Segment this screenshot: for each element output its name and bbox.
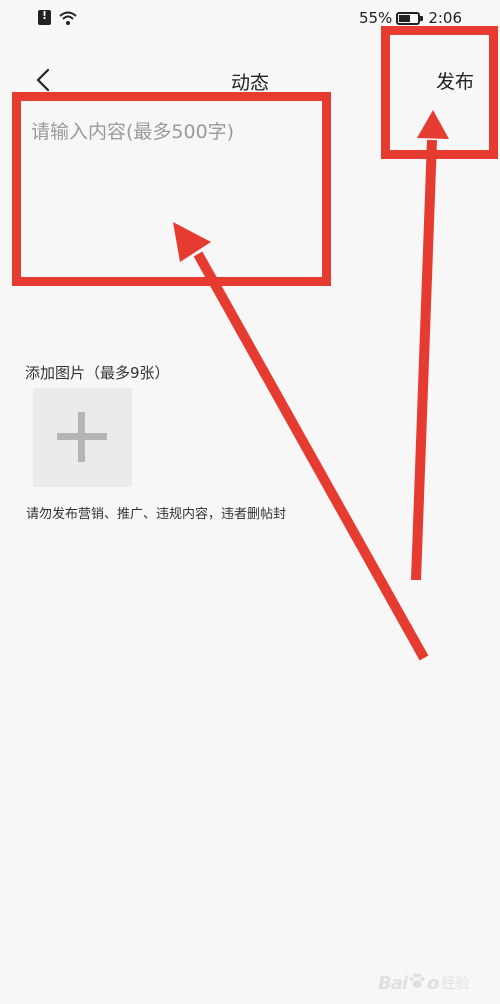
status-bar-right: 55% 2:06 [359, 9, 462, 27]
battery-icon [396, 11, 424, 25]
annotation-arrow-publish-head [417, 110, 449, 139]
add-image-button[interactable] [33, 388, 132, 487]
notice-text: 请勿发布营销、推广、违规内容，违者删帖封 [26, 507, 287, 522]
page-title: 动态 [230, 72, 269, 94]
wifi-icon [59, 11, 77, 25]
annotation-arrow-publish-shaft [411, 139, 437, 581]
status-bar: 55% 2:06 [0, 0, 500, 40]
watermark-latin: Bai [378, 972, 408, 994]
header: 动态 发布 [0, 55, 500, 105]
status-bar-left [38, 9, 77, 25]
publish-button[interactable]: 发布 [436, 67, 474, 94]
paw-icon [408, 972, 426, 994]
watermark-latin-suffix: o [427, 972, 439, 994]
annotation-arrow-content-head [173, 222, 211, 262]
screen: 55% 2:06 动态 发布 添加图片（最多9张） 请勿发布营销、推广、违规内容… [0, 0, 500, 1004]
add-image-label: 添加图片（最多9张） [25, 364, 170, 382]
plus-icon [57, 412, 107, 462]
content-input[interactable] [31, 112, 331, 152]
sim-alert-icon [38, 9, 51, 25]
battery-percent: 55% [358, 9, 393, 27]
watermark-cn: 经验 [441, 976, 470, 992]
watermark: Bai o 经验 [378, 972, 469, 994]
annotation-arrow-content-shaft [193, 251, 429, 661]
status-time: 2:06 [428, 9, 462, 27]
